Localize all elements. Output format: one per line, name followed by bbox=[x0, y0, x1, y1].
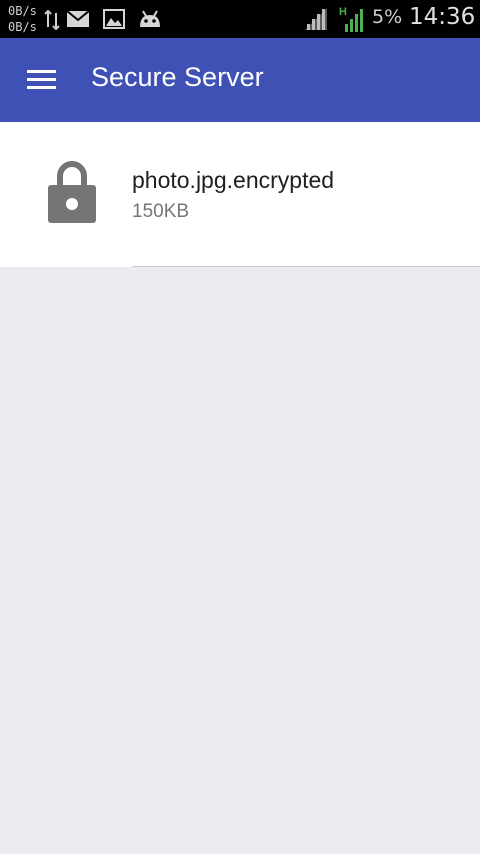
app-bar: Secure Server bbox=[0, 38, 480, 122]
signal-icon bbox=[305, 8, 327, 30]
upload-speed: 0B/s bbox=[8, 4, 37, 18]
file-size: 150KB bbox=[132, 201, 190, 222]
page-title: Secure Server bbox=[91, 62, 264, 92]
status-bar: 0B/s 0B/s H 5% 14:36 bbox=[0, 0, 480, 38]
signal-h-icon: H bbox=[339, 6, 363, 32]
download-speed: 0B/s bbox=[8, 20, 37, 34]
image-icon bbox=[103, 9, 125, 29]
network-type-label: H bbox=[339, 6, 347, 18]
file-list: photo.jpg.encrypted 150KB bbox=[0, 122, 480, 267]
data-transfer-icon bbox=[44, 9, 60, 31]
file-name: photo.jpg.encrypted bbox=[132, 167, 335, 193]
network-speed: 0B/s 0B/s bbox=[8, 3, 37, 35]
android-icon bbox=[140, 10, 160, 27]
clock: 14:36 bbox=[409, 4, 476, 30]
battery-level: 5% bbox=[372, 6, 403, 28]
list-item[interactable]: photo.jpg.encrypted 150KB bbox=[0, 122, 480, 266]
mail-icon bbox=[67, 11, 89, 27]
lock-icon bbox=[48, 161, 96, 223]
menu-button[interactable] bbox=[18, 58, 66, 102]
hamburger-menu-icon bbox=[27, 70, 56, 89]
divider bbox=[132, 266, 480, 267]
